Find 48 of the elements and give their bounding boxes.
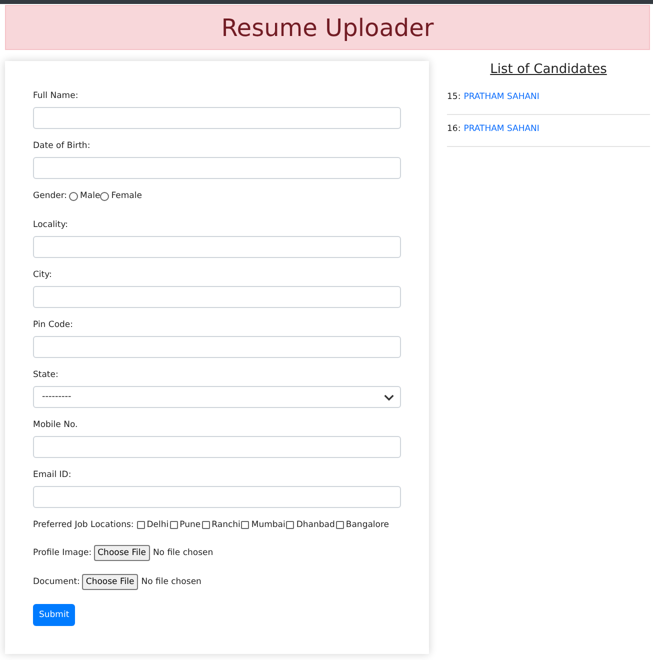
chevron-down-icon <box>384 394 394 400</box>
input-field[interactable] <box>33 286 401 308</box>
choose-file-button[interactable]: Choose File <box>82 574 138 590</box>
checkbox[interactable] <box>202 521 210 529</box>
field-label: Gender: <box>33 190 68 202</box>
field-label: Document: <box>33 576 80 588</box>
field-label: Preferred Job Locations: <box>33 519 134 531</box>
option-label: Dhanbad <box>296 519 335 531</box>
checkbox[interactable] <box>136 521 145 529</box>
field-label: Full Name: <box>33 90 80 102</box>
file-status: No file chosen <box>152 547 214 559</box>
submit-button[interactable]: Submit <box>33 604 76 626</box>
option-label: Delhi <box>146 519 169 531</box>
option-label: Female <box>111 190 142 202</box>
option-label: Ranchi <box>212 519 240 531</box>
file-status: No file chosen <box>141 576 202 588</box>
radio-button[interactable] <box>100 192 110 200</box>
field-label: Email ID: <box>33 469 72 481</box>
field-label: Pin Code: <box>33 319 74 331</box>
candidate-link[interactable]: PRATHAM SAHANI <box>464 92 540 102</box>
option-label: Mumbai <box>251 519 286 531</box>
field-label: Profile Image: <box>33 547 92 559</box>
option-label: Pune <box>180 519 201 531</box>
checkbox[interactable] <box>241 521 250 529</box>
input-field[interactable] <box>33 107 401 129</box>
field-label: State: <box>33 369 60 381</box>
option-label: Bangalore <box>346 519 390 531</box>
state-dropdown[interactable]: --------- <box>33 386 401 408</box>
option-label: Male <box>80 190 100 202</box>
list-heading: List of Candidates <box>489 61 608 79</box>
choose-file-button[interactable]: Choose File <box>94 545 150 561</box>
candidate-link[interactable]: PRATHAM SAHANI <box>464 124 540 134</box>
candidate-number: 16: <box>447 124 461 134</box>
field-label: City: <box>33 269 53 281</box>
input-field[interactable] <box>33 436 401 458</box>
checkbox[interactable] <box>336 521 344 529</box>
checkbox[interactable] <box>170 521 178 529</box>
radio-button[interactable] <box>69 192 78 200</box>
input-field[interactable] <box>33 336 401 358</box>
checkbox[interactable] <box>286 521 294 529</box>
field-label: Mobile No. <box>33 419 79 431</box>
page-title: Resume Uploader <box>221 14 434 42</box>
input-field[interactable] <box>33 157 401 179</box>
field-label: Locality: <box>33 219 70 231</box>
field-label: Date of Birth: <box>33 140 92 152</box>
input-field[interactable] <box>33 486 401 508</box>
candidate-number: 15: <box>447 92 461 102</box>
input-field[interactable] <box>33 236 401 258</box>
